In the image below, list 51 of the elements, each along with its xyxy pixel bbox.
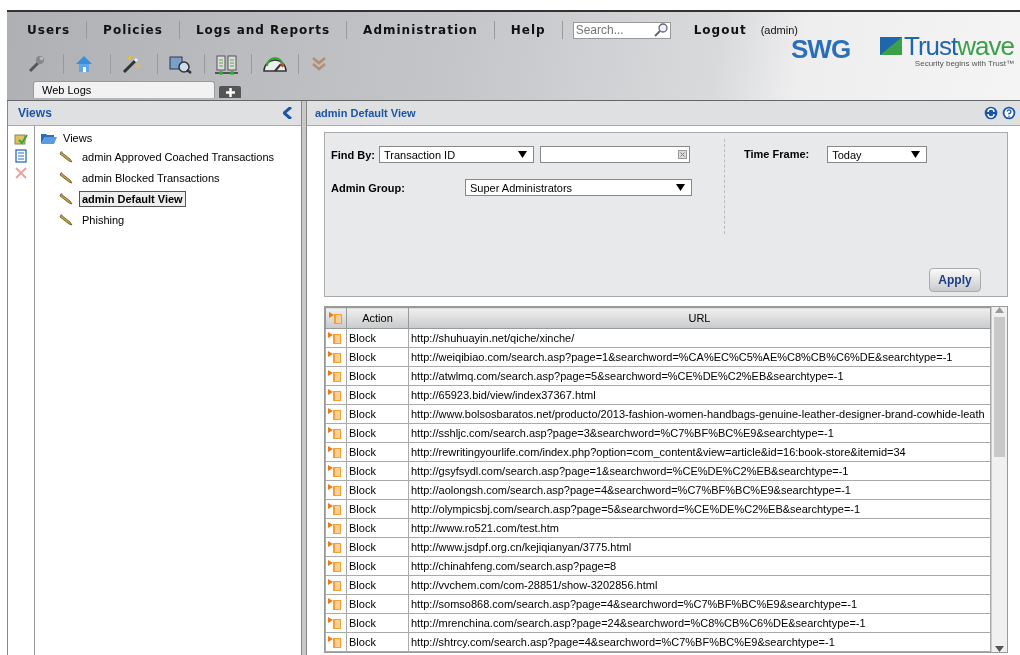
collapse-icon[interactable]: [283, 107, 293, 119]
menu-item[interactable]: Policies: [87, 21, 180, 39]
field-label: Admin Group:: [331, 181, 406, 194]
time-frame-dropdown[interactable]: Today: [827, 146, 928, 163]
help-icon[interactable]: [1002, 106, 1016, 120]
dropdown-arrow-icon: [518, 151, 527, 158]
dropdown-arrow-icon: [911, 151, 921, 158]
search-input-field[interactable]: [540, 146, 690, 163]
search-field[interactable]: Search...: [572, 21, 671, 39]
tab[interactable]: Web Logs: [33, 81, 215, 98]
tree-item[interactable]: Phishing: [79, 211, 128, 228]
user-label: (admin): [760, 24, 798, 36]
pencil-icon: [59, 192, 73, 205]
field-label: Time Frame:: [744, 147, 810, 162]
logout-link[interactable]: Logout: [693, 23, 747, 37]
menu-item[interactable]: Administration: [347, 21, 495, 39]
view-title: admin Default View: [315, 107, 416, 119]
menu-item[interactable]: Help: [494, 21, 563, 39]
apply-button[interactable]: Apply: [929, 268, 981, 292]
add-tab-button[interactable]: [219, 86, 241, 98]
find-by-dropdown[interactable]: Transaction ID: [379, 146, 534, 163]
tree-item[interactable]: admin Blocked Transactions: [79, 169, 223, 186]
brand-logo-icon: [880, 37, 903, 55]
server-icon[interactable]: [215, 53, 241, 75]
menu-item[interactable]: Users: [11, 21, 88, 39]
log-entry-icon: [329, 310, 343, 324]
delete-icon[interactable]: [14, 166, 28, 180]
plus-icon: [225, 87, 235, 97]
panel-title: Views: [18, 106, 52, 120]
menu-item[interactable]: Logs and Reports: [179, 21, 348, 39]
document-icon[interactable]: [14, 149, 28, 163]
tree-folder-label[interactable]: Views: [63, 132, 93, 144]
clear-icon: [678, 150, 687, 159]
tree-item[interactable]: admin Approved Coached Transactions: [79, 148, 277, 165]
pencil-icon: [59, 150, 73, 163]
scrollbar[interactable]: [991, 307, 1007, 652]
admin-group-dropdown[interactable]: Super Administrators: [465, 179, 692, 196]
pencil-icon: [59, 213, 73, 226]
tree-item[interactable]: admin Default View: [79, 190, 186, 207]
field-label: Find By:: [331, 148, 375, 161]
pencil-icon: [59, 171, 73, 184]
brand-tagline: Security begins with Trust™: [914, 59, 1014, 68]
column-header[interactable]: [325, 307, 347, 329]
search-report-icon[interactable]: [168, 53, 194, 75]
brand-name: Trustwave: [904, 32, 1014, 60]
new-view-icon[interactable]: [14, 132, 28, 146]
scroll-down-icon: [995, 646, 1004, 652]
refresh-icon[interactable]: [984, 106, 998, 120]
column-header[interactable]: URL: [408, 307, 991, 329]
dropdown-arrow-icon: [676, 184, 685, 191]
column-header[interactable]: Action: [346, 307, 409, 329]
